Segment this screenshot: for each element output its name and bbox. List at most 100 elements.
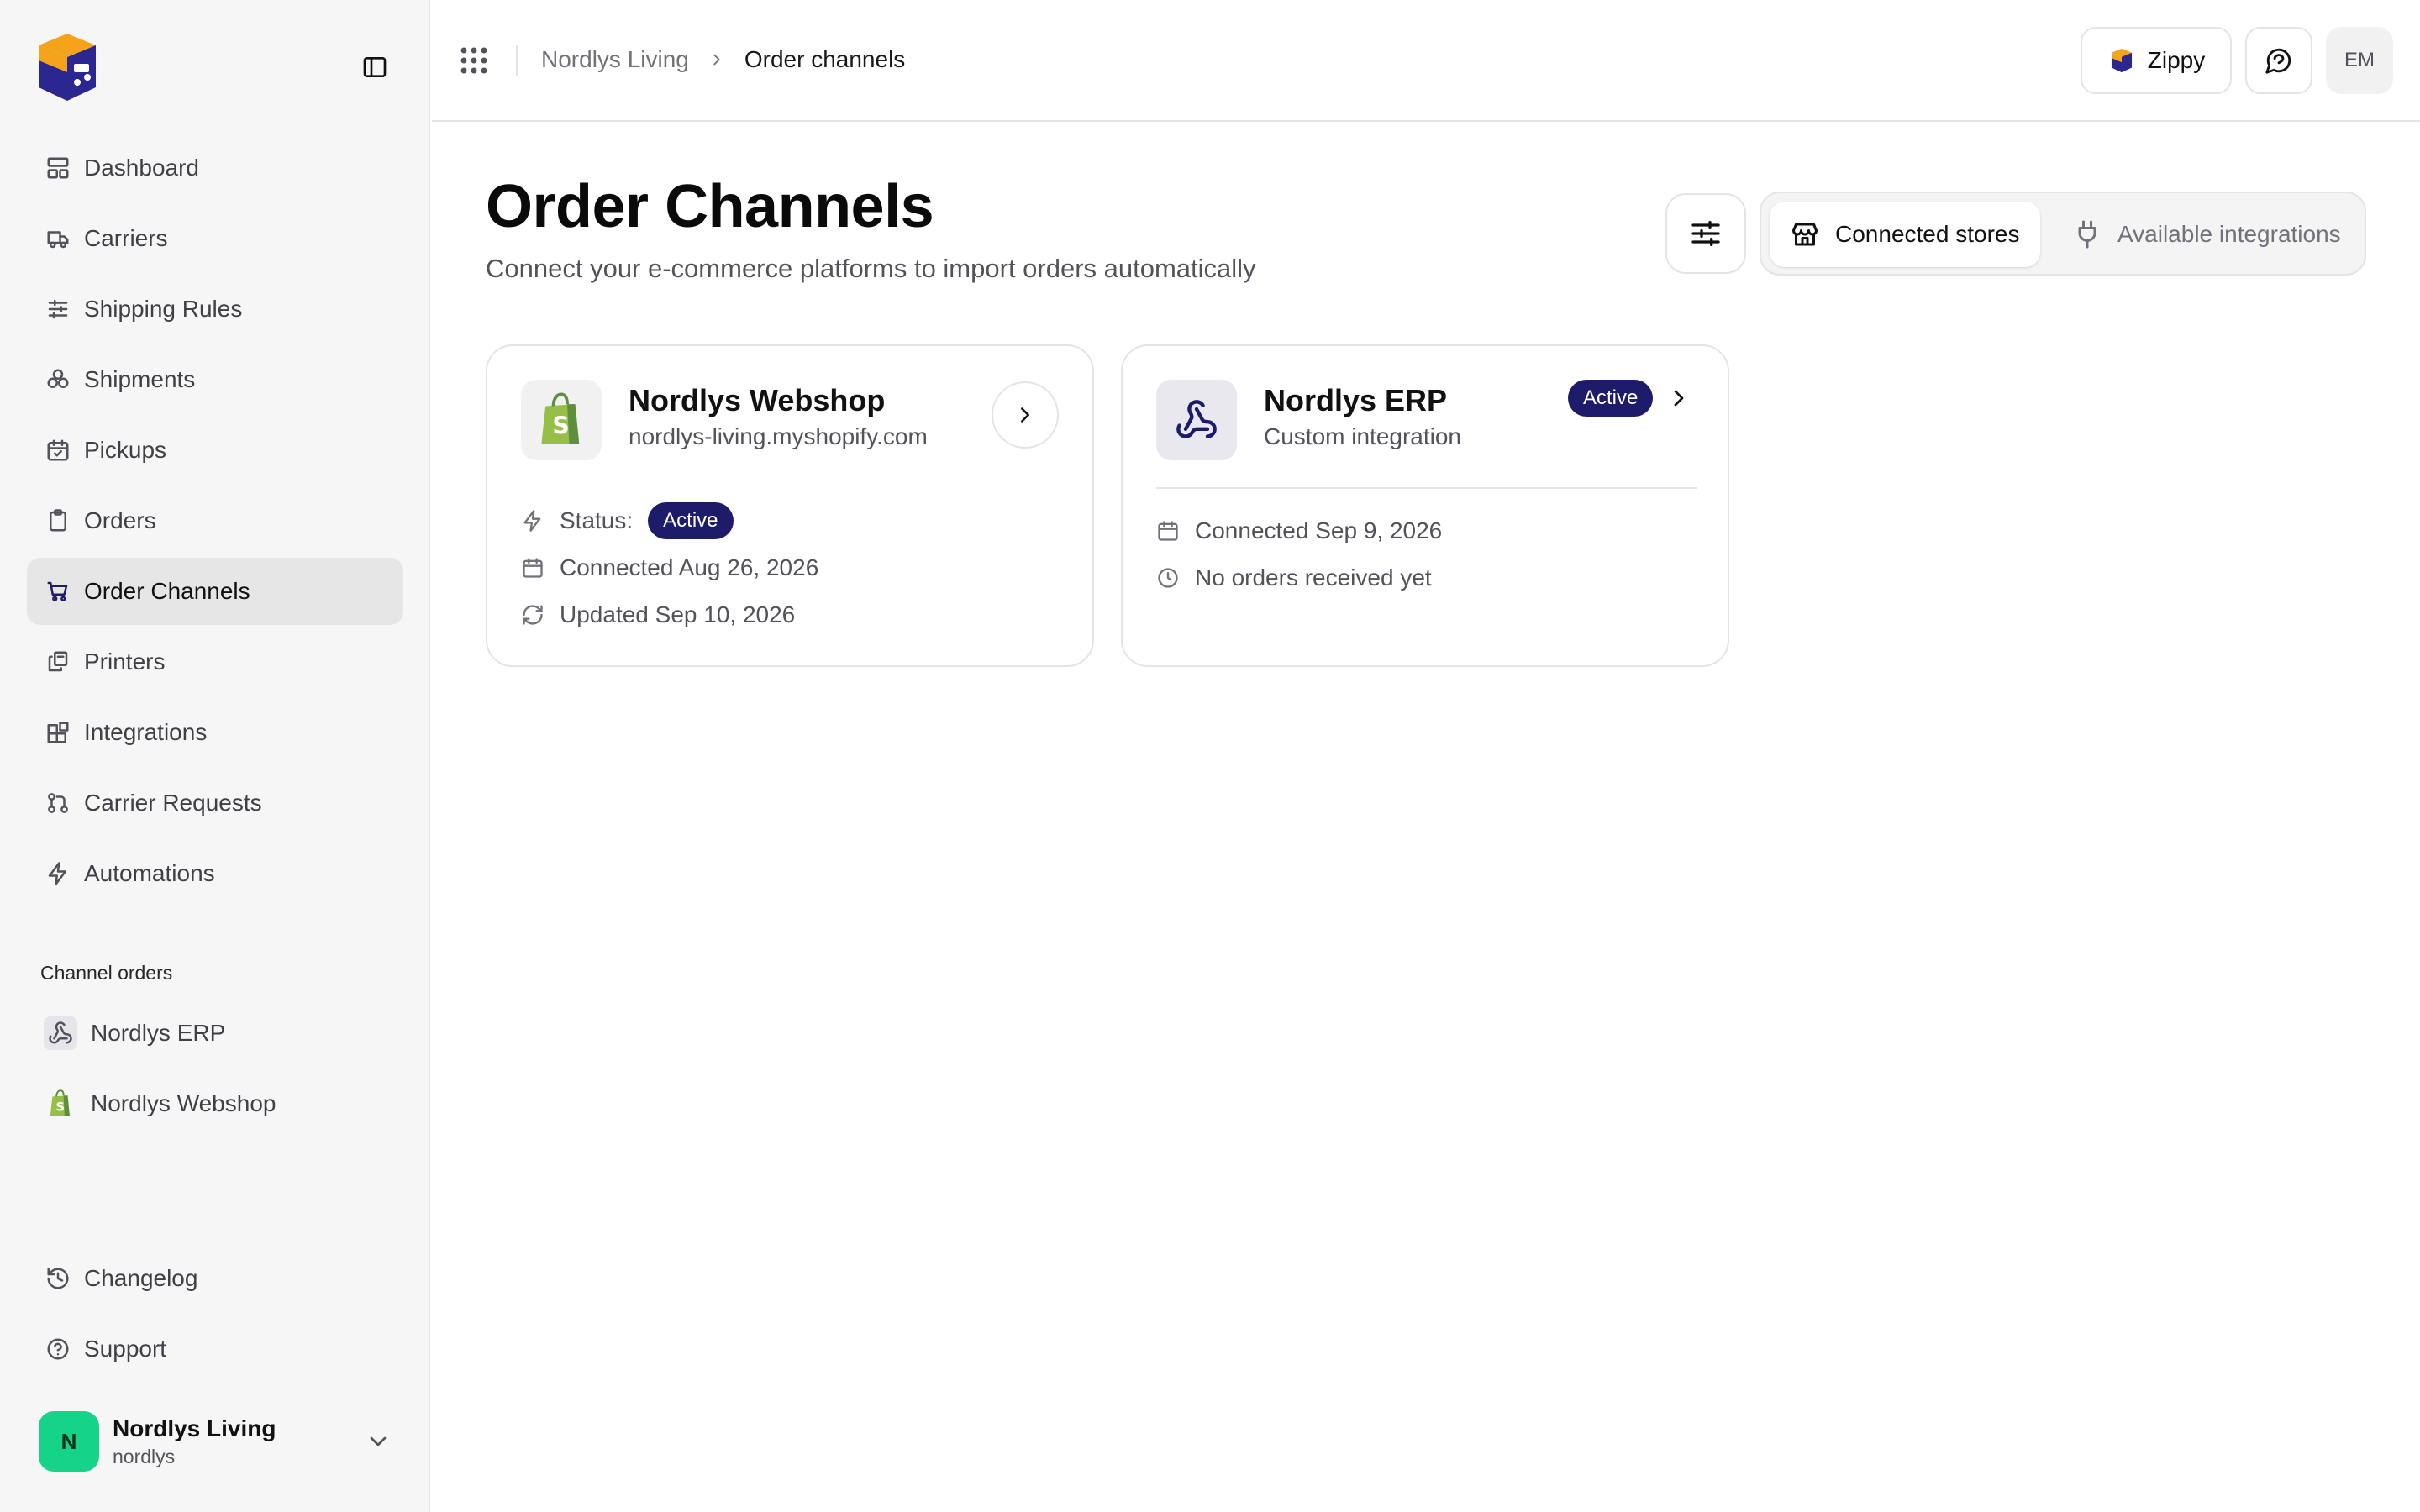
clock-icon <box>1158 568 1178 588</box>
sidebar-item-label: Integrations <box>84 719 208 745</box>
channel-domain: nordlys-living.myshopify.com <box>629 423 928 449</box>
apps-grid-icon[interactable] <box>457 44 491 77</box>
sidebar-item-support[interactable]: Support <box>27 1315 403 1383</box>
channel-card-nordlys-erp[interactable]: Nordlys ERP Custom integration Active Co… <box>1121 344 1729 667</box>
open-channel-button[interactable] <box>992 381 1059 449</box>
updated-row: Updated Sep 10, 2026 <box>521 601 795 628</box>
sidebar-item-shipments[interactable]: Shipments <box>27 346 403 413</box>
sidebar-item-label: Pickups <box>84 437 167 463</box>
truck-icon <box>44 224 72 253</box>
sidebar-item-carriers[interactable]: Carriers <box>27 205 403 272</box>
channel-card-nordlys-webshop[interactable]: S Nordlys Webshop nordlys-living.myshopi… <box>486 344 1094 667</box>
sidebar-nav: Dashboard Carriers Shipping Rules Shipme… <box>27 134 403 911</box>
channel-name: Nordlys Webshop <box>629 383 886 417</box>
clipboard-icon <box>44 507 72 535</box>
connected-row: Connected Sep 9, 2026 <box>1156 517 1442 544</box>
zippy-logo-icon <box>2111 48 2132 73</box>
account-switcher[interactable]: N Nordlys Living nordlys <box>39 1410 392 1473</box>
sidebar-item-dashboard[interactable]: Dashboard <box>27 134 403 202</box>
blocks-icon <box>44 718 72 747</box>
webhook-icon <box>44 1016 77 1050</box>
chevron-right-icon <box>1021 407 1029 423</box>
sidebar-item-label: Carriers <box>84 225 168 251</box>
divider <box>516 45 518 76</box>
sidebar-item-label: Orders <box>84 507 156 533</box>
shopify-icon: S <box>44 1087 77 1121</box>
channel-orders-heading: Channel orders <box>40 962 173 984</box>
cart-icon <box>44 577 72 606</box>
account-info: Nordlys Living nordlys <box>113 1415 365 1468</box>
chevron-right-icon[interactable] <box>1665 385 1692 412</box>
sidebar-item-integrations[interactable]: Integrations <box>27 699 403 766</box>
calendar-check-icon <box>44 436 72 465</box>
message-circle-icon <box>2265 48 2291 74</box>
connected-row: Connected Aug 26, 2026 <box>521 554 818 581</box>
tab-available-integrations[interactable]: Available integrations <box>2052 202 2361 267</box>
chevron-right-icon <box>713 54 720 66</box>
sidebar-item-order-channels[interactable]: Order Channels <box>27 558 403 625</box>
tab-label: Connected stores <box>1835 221 2020 247</box>
breadcrumb: Nordlys Living Order channels <box>541 42 905 77</box>
sidebar-item-label: Printers <box>84 648 166 675</box>
store-icon <box>1792 223 1818 246</box>
zippy-button[interactable]: Zippy <box>2081 27 2232 94</box>
chat-button[interactable] <box>2245 27 2312 94</box>
shopify-icon: S <box>521 380 602 460</box>
channel-item-label: Nordlys ERP <box>91 1020 226 1046</box>
sidebar-item-nordlys-webshop[interactable]: S Nordlys Webshop <box>27 1070 403 1137</box>
help-circle-icon <box>44 1335 72 1363</box>
page-title: Order Channels <box>486 173 934 240</box>
zap-icon <box>44 859 72 888</box>
tab-connected-stores[interactable]: Connected stores <box>1770 202 2040 267</box>
sidebar-bottom-nav: Changelog Support <box>27 1245 403 1386</box>
channel-name: Nordlys ERP <box>1264 383 1448 417</box>
sidebar-item-label: Shipments <box>84 366 196 392</box>
sidebar-collapse-icon[interactable] <box>358 52 392 82</box>
sidebar-item-label: Changelog <box>84 1265 198 1291</box>
git-pull-request-icon <box>44 789 72 817</box>
breadcrumb-current: Order channels <box>744 46 906 72</box>
channel-list: Nordlys ERP S Nordlys Webshop <box>27 1000 403 1141</box>
user-avatar-button[interactable]: EM <box>2326 27 2393 94</box>
sidebar-item-shipping-rules[interactable]: Shipping Rules <box>27 276 403 343</box>
sliders-horizontal-icon <box>1691 221 1720 246</box>
refresh-icon <box>523 605 543 625</box>
channel-item-label: Nordlys Webshop <box>91 1090 276 1116</box>
sidebar-item-automations[interactable]: Automations <box>27 840 403 907</box>
sliders-icon <box>44 295 72 323</box>
sidebar-item-label: Support <box>84 1336 167 1362</box>
status-label: Status: <box>560 507 634 533</box>
filter-button[interactable] <box>1665 193 1746 274</box>
sidebar-item-label: Dashboard <box>84 155 199 181</box>
zippy-logo[interactable] <box>27 27 108 108</box>
app-root: Dashboard Carriers Shipping Rules Shipme… <box>0 0 2420 1512</box>
sidebar-item-printers[interactable]: Printers <box>27 628 403 696</box>
top-bar: Nordlys Living Order channels Zippy EM <box>432 0 2420 122</box>
status-badge: Active <box>1568 380 1654 417</box>
sidebar-item-orders[interactable]: Orders <box>27 487 403 554</box>
status-badge: Active <box>648 502 734 539</box>
sidebar-item-label: Order Channels <box>84 578 250 604</box>
sidebar-item-changelog[interactable]: Changelog <box>27 1245 403 1312</box>
sidebar-item-label: Shipping Rules <box>84 296 243 322</box>
zap-icon <box>523 510 541 532</box>
sidebar-item-nordlys-erp[interactable]: Nordlys ERP <box>27 1000 403 1067</box>
orders-status: No orders received yet <box>1195 564 1432 591</box>
sidebar-item-label: Automations <box>84 860 215 886</box>
breadcrumb-link[interactable]: Nordlys Living <box>541 46 689 73</box>
orders-row: No orders received yet <box>1156 564 1432 591</box>
history-icon <box>44 1264 72 1293</box>
tab-label: Available integrations <box>2118 221 2341 247</box>
calendar-icon <box>1158 521 1178 541</box>
page-subtitle: Connect your e-commerce platforms to imp… <box>486 254 1256 283</box>
calendar-icon <box>523 558 543 578</box>
view-toggle: Connected stores Available integrations <box>1760 192 2366 276</box>
account-name: Nordlys Living <box>113 1415 276 1441</box>
divider <box>1156 487 1697 489</box>
connected-date: Connected Aug 26, 2026 <box>560 554 819 580</box>
sidebar-item-carrier-requests[interactable]: Carrier Requests <box>27 769 403 837</box>
printers-icon <box>44 648 72 676</box>
updated-date: Updated Sep 10, 2026 <box>560 601 796 627</box>
sidebar-item-pickups[interactable]: Pickups <box>27 417 403 484</box>
sidebar: Dashboard Carriers Shipping Rules Shipme… <box>0 0 430 1512</box>
